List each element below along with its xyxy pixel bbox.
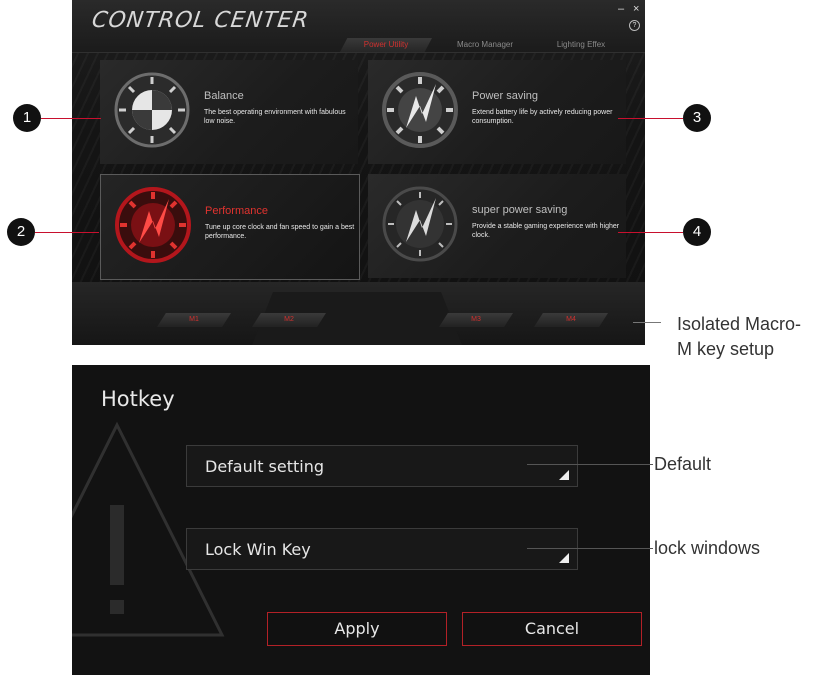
mode-description: Tune up core clock and fan speed to gain… [205, 224, 355, 240]
dropdown-value: Default setting [205, 457, 325, 476]
help-button[interactable]: ? [629, 20, 640, 31]
app-title: CONTROL CENTER [90, 8, 311, 33]
cancel-button[interactable]: Cancel [462, 612, 642, 646]
tab-macro-manager[interactable]: Macro Manager [444, 38, 526, 52]
mode-name: Performance [205, 205, 268, 217]
default-setting-dropdown[interactable]: Default setting [186, 445, 578, 487]
hotkey-title: Hotkey [101, 387, 175, 411]
mode-description: Provide a stable gaming experience with … [472, 223, 620, 239]
callout-line-default [527, 464, 653, 465]
mode-name: super power saving [472, 204, 568, 216]
warning-icon [72, 421, 225, 637]
power-saving-dial-icon [382, 72, 458, 148]
callout-lock-windows: lock windows [654, 538, 761, 558]
callout-line-1 [41, 118, 101, 119]
callout-line-macro [633, 322, 661, 323]
mode-card-balance[interactable]: Balance The best operating environment w… [100, 60, 358, 164]
callout-badge-4: 4 [683, 218, 711, 246]
hotkey-panel: Hotkey Default setting Lock Win Key Appl… [72, 365, 650, 675]
macro-key-m1[interactable]: M1 [157, 313, 231, 327]
dropdown-arrow-icon [559, 553, 569, 563]
mode-card-performance[interactable]: Performance Tune up core clock and fan s… [100, 174, 360, 280]
control-center-window: CONTROL CENTER – × ? Power Utility Macro… [72, 0, 645, 345]
callout-default: Default [654, 454, 712, 474]
apply-button[interactable]: Apply [267, 612, 447, 646]
tab-power-utility[interactable]: Power Utility [340, 38, 432, 52]
minimize-button[interactable]: – [618, 3, 624, 15]
callout-line-4 [618, 232, 683, 233]
mode-card-power-saving[interactable]: Power saving Extend battery life by acti… [368, 60, 626, 164]
lock-win-key-dropdown[interactable]: Lock Win Key [186, 528, 578, 570]
callout-badge-2: 2 [7, 218, 35, 246]
callout-line-lock [527, 548, 653, 549]
macro-key-m4[interactable]: M4 [534, 313, 608, 327]
callout-badge-1: 1 [13, 104, 41, 132]
mode-name: Balance [204, 90, 244, 102]
callout-macro-line-2: M key setup [677, 339, 775, 359]
dropdown-value: Lock Win Key [205, 540, 311, 559]
performance-dial-icon [115, 187, 191, 263]
mode-description: Extend battery life by actively reducing… [472, 109, 613, 125]
mode-name: Power saving [472, 90, 539, 102]
callout-line-2 [35, 232, 99, 233]
macro-key-m3[interactable]: M3 [439, 313, 513, 327]
mode-description: The best operating environment with fabu… [204, 109, 346, 125]
callout-badge-3: 3 [683, 104, 711, 132]
tab-lighting-effex[interactable]: Lighting Effex [538, 38, 624, 52]
super-power-saving-dial-icon [382, 186, 458, 262]
callout-macro-line-1: Isolated Macro- [677, 314, 802, 334]
macro-key-m2[interactable]: M2 [252, 313, 326, 327]
mode-card-super-power-saving[interactable]: super power saving Provide a stable gami… [368, 174, 626, 278]
callout-line-3 [618, 118, 683, 119]
dropdown-arrow-icon [559, 470, 569, 480]
close-button[interactable]: × [633, 3, 639, 15]
balance-dial-icon [114, 72, 190, 148]
